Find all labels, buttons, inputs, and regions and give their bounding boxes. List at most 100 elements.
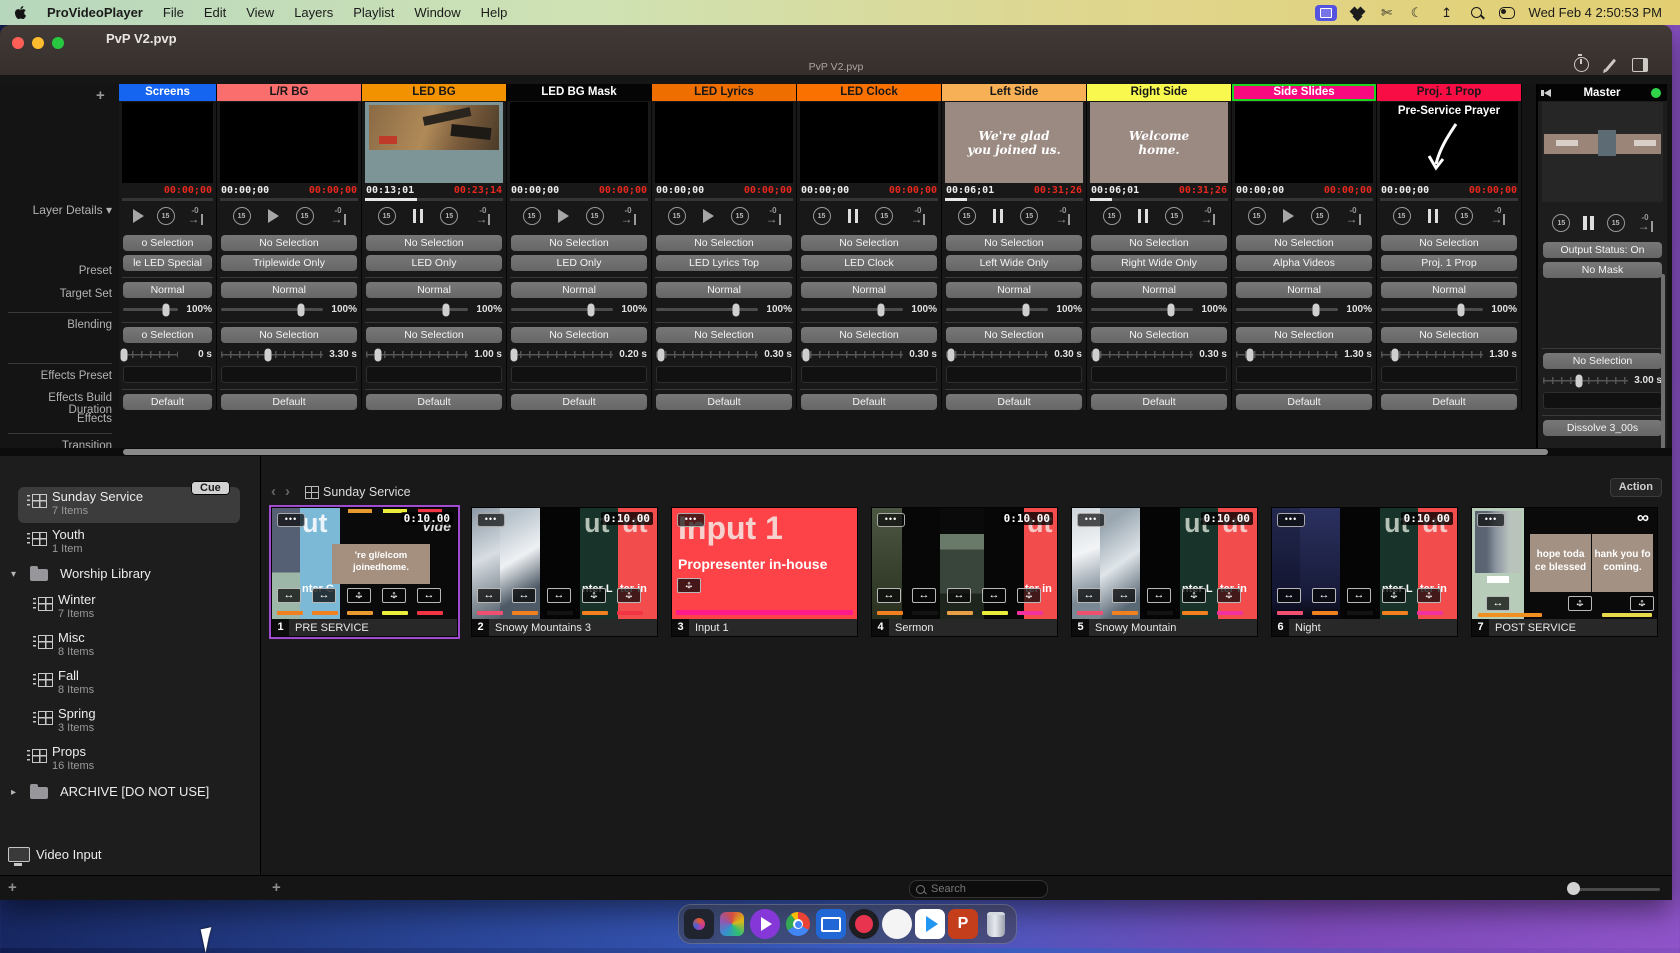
cue-options-icon[interactable] [477, 513, 505, 527]
move-horizontal-icon[interactable] [312, 588, 336, 603]
zoom-window-button[interactable] [52, 37, 64, 49]
effects-build-duration-slider[interactable]: 0.20 s [511, 348, 647, 361]
layer-tab-left-side[interactable]: Left Side [942, 84, 1086, 101]
move-all-icon[interactable] [1568, 596, 1592, 611]
effects-build-duration-slider[interactable]: 0 s [123, 348, 212, 361]
effects-preset-button[interactable]: No Selection [221, 327, 357, 343]
play-button[interactable] [268, 209, 279, 223]
layer-details-dropdown[interactable]: Layer Details ▾ [4, 203, 112, 217]
menu-layers[interactable]: Layers [284, 5, 343, 20]
rewind-15-button[interactable]: 15 [1103, 207, 1121, 225]
action-mode-button[interactable]: Action [1610, 478, 1662, 497]
scissors-icon[interactable]: ✄ [1379, 5, 1395, 21]
target-set-button[interactable]: le LED Special [123, 255, 212, 271]
effects-build-duration-slider[interactable]: 0.30 s [801, 348, 937, 361]
opacity-slider[interactable]: 100% [946, 303, 1082, 316]
blending-button[interactable]: Normal [656, 282, 792, 298]
nav-forward-icon[interactable]: › [285, 483, 290, 500]
forward-15-button[interactable]: 15 [731, 207, 749, 225]
preset-button[interactable]: No Selection [1091, 235, 1227, 251]
menu-view[interactable]: View [236, 5, 284, 20]
move-horizontal-icon[interactable] [1112, 588, 1136, 603]
search-input[interactable] [929, 882, 1023, 896]
transition-button[interactable]: Default [1381, 394, 1517, 410]
menu-playlist[interactable]: Playlist [343, 5, 404, 20]
skip-to-end-button[interactable]: -0→ [1490, 207, 1505, 225]
layer-tab-proj-1-prop[interactable]: Proj. 1 Prop [1377, 84, 1521, 101]
dock-trash-icon[interactable] [981, 909, 1011, 939]
opacity-slider[interactable]: 100% [511, 303, 647, 316]
pause-button[interactable] [848, 209, 859, 223]
transition-button[interactable]: Default [946, 394, 1082, 410]
rewind-15-button[interactable]: 15 [523, 207, 541, 225]
cue-options-icon[interactable] [677, 513, 705, 527]
move-horizontal-icon[interactable] [512, 588, 536, 603]
blending-button[interactable]: Normal [366, 282, 502, 298]
menu-window[interactable]: Window [404, 5, 470, 20]
cue-card-sermon[interactable]: ut ter in 0:10.00 [871, 507, 1058, 637]
dock-propresenter-icon[interactable] [750, 909, 780, 939]
effects-field[interactable] [1236, 366, 1372, 383]
effects-preset-button[interactable]: No Selection [1236, 327, 1372, 343]
preset-button[interactable]: No Selection [801, 235, 937, 251]
effects-field[interactable] [221, 366, 357, 383]
target-set-button[interactable]: Alpha Videos [1236, 255, 1372, 271]
target-set-button[interactable]: LED Only [366, 255, 502, 271]
opacity-slider[interactable]: 100% [1091, 303, 1227, 316]
preset-button[interactable]: No Selection [1236, 235, 1372, 251]
menu-help[interactable]: Help [471, 5, 518, 20]
control-center-icon[interactable] [1499, 5, 1515, 21]
add-layer-button[interactable]: + [96, 87, 105, 104]
move-all-icon[interactable] [582, 588, 606, 603]
play-button[interactable] [558, 209, 569, 223]
edit-icon[interactable] [1605, 58, 1616, 71]
pause-button[interactable] [413, 209, 424, 223]
move-horizontal-icon[interactable] [277, 588, 301, 603]
pause-button[interactable] [1428, 209, 1439, 223]
preset-button[interactable]: No Selection [366, 235, 502, 251]
transition-button[interactable]: Default [123, 394, 212, 410]
skip-to-end-button[interactable]: -0→ [1055, 207, 1070, 225]
skip-to-end-button[interactable]: -0→ [766, 207, 781, 225]
layer-tab-screens[interactable]: Screens [119, 84, 216, 101]
play-button[interactable] [133, 209, 144, 223]
transition-button[interactable]: Default [801, 394, 937, 410]
cue-card-snowy-mountains-3[interactable]: ut ut nter L ter in 0:10.00 [471, 507, 658, 637]
apple-menu-icon[interactable] [14, 5, 29, 20]
effects-build-duration-slider[interactable]: 0.30 s [946, 348, 1082, 361]
effects-field[interactable] [511, 366, 647, 383]
dock-screen-share-icon[interactable] [816, 909, 846, 939]
preset-button[interactable]: No Selection [1381, 235, 1517, 251]
blending-button[interactable]: Normal [801, 282, 937, 298]
menu-clock[interactable]: Wed Feb 4 2:50:53 PM [1529, 5, 1662, 20]
rewind-15-button[interactable]: 15 [233, 207, 251, 225]
cue-options-icon[interactable] [877, 513, 905, 527]
target-set-button[interactable]: Right Wide Only [1091, 255, 1227, 271]
arrow-up-icon[interactable]: ↥ [1439, 5, 1455, 21]
effects-preset-button[interactable]: No Selection [1091, 327, 1227, 343]
forward-15-button[interactable]: 15 [875, 207, 893, 225]
forward-15-button[interactable]: 15 [157, 207, 175, 225]
transition-button[interactable]: Default [366, 394, 502, 410]
move-horizontal-icon[interactable] [477, 588, 501, 603]
add-playlist-button[interactable]: + [8, 879, 17, 896]
layer-tab-right-side[interactable]: Right Side [1087, 84, 1231, 101]
effects-field[interactable] [1091, 366, 1227, 383]
do-not-disturb-icon[interactable]: ☾ [1409, 5, 1425, 21]
effects-build-duration-slider[interactable]: 1.30 s [1236, 348, 1372, 361]
skip-to-end-button[interactable]: -0→ [621, 207, 636, 225]
effects-field[interactable] [1381, 366, 1517, 383]
blending-button[interactable]: Normal [1381, 282, 1517, 298]
effects-field[interactable] [123, 366, 212, 383]
play-button[interactable] [1283, 209, 1294, 223]
horizontal-scrollbar[interactable] [123, 449, 1548, 455]
screen-mirroring-icon[interactable] [1315, 5, 1337, 21]
effects-build-duration-slider[interactable]: 3.30 s [221, 348, 357, 361]
rewind-15-button[interactable]: 15 [668, 207, 686, 225]
blending-button[interactable]: Normal [511, 282, 647, 298]
skip-to-end-button[interactable]: -0→ [1638, 214, 1653, 232]
blending-button[interactable]: Normal [123, 282, 212, 298]
skip-to-end-button[interactable]: -0→ [910, 207, 925, 225]
cue-options-icon[interactable] [1477, 513, 1505, 527]
preset-button[interactable]: No Selection [221, 235, 357, 251]
